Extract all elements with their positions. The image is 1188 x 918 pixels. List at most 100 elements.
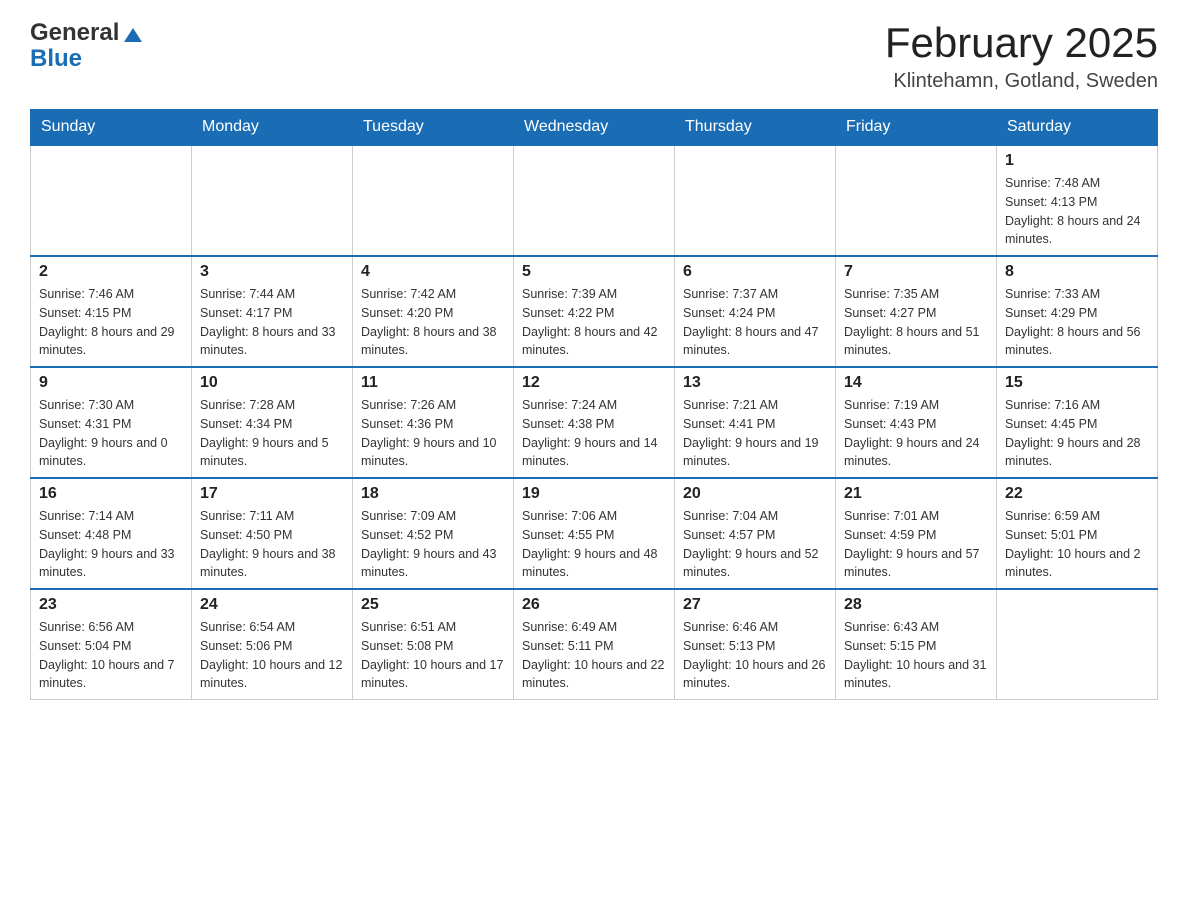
day-number: 25 xyxy=(361,596,505,614)
day-number: 4 xyxy=(361,263,505,281)
day-number: 13 xyxy=(683,374,827,392)
calendar-cell: 2 Sunrise: 7:46 AMSunset: 4:15 PMDaylight… xyxy=(31,256,192,367)
day-info: Sunrise: 7:37 AMSunset: 4:24 PMDaylight:… xyxy=(683,285,827,360)
calendar-cell: 25 Sunrise: 6:51 AMSunset: 5:08 PMDayligh… xyxy=(353,589,514,700)
day-info: Sunrise: 6:43 AMSunset: 5:15 PMDaylight:… xyxy=(844,618,988,693)
calendar-cell xyxy=(353,145,514,256)
day-info: Sunrise: 7:14 AMSunset: 4:48 PMDaylight:… xyxy=(39,507,183,582)
day-info: Sunrise: 7:28 AMSunset: 4:34 PMDaylight:… xyxy=(200,396,344,471)
week-row-5: 23 Sunrise: 6:56 AMSunset: 5:04 PMDayligh… xyxy=(31,589,1158,700)
day-info: Sunrise: 6:56 AMSunset: 5:04 PMDaylight:… xyxy=(39,618,183,693)
day-number: 12 xyxy=(522,374,666,392)
calendar-cell: 9 Sunrise: 7:30 AMSunset: 4:31 PMDaylight… xyxy=(31,367,192,478)
calendar-cell: 18 Sunrise: 7:09 AMSunset: 4:52 PMDayligh… xyxy=(353,478,514,589)
day-info: Sunrise: 7:30 AMSunset: 4:31 PMDaylight:… xyxy=(39,396,183,471)
calendar-cell xyxy=(997,589,1158,700)
calendar-cell: 19 Sunrise: 7:06 AMSunset: 4:55 PMDayligh… xyxy=(514,478,675,589)
day-number: 5 xyxy=(522,263,666,281)
calendar-cell: 14Sunrise: 7:19 AMSunset: 4:43 PMDayligh… xyxy=(836,367,997,478)
day-number: 28 xyxy=(844,596,988,614)
week-row-3: 9 Sunrise: 7:30 AMSunset: 4:31 PMDaylight… xyxy=(31,367,1158,478)
day-info: Sunrise: 7:48 AMSunset: 4:13 PMDaylight:… xyxy=(1005,174,1149,249)
calendar-cell: 24 Sunrise: 6:54 AMSunset: 5:06 PMDayligh… xyxy=(192,589,353,700)
day-info: Sunrise: 7:33 AMSunset: 4:29 PMDaylight:… xyxy=(1005,285,1149,360)
calendar-cell: 15Sunrise: 7:16 AMSunset: 4:45 PMDayligh… xyxy=(997,367,1158,478)
day-number: 2 xyxy=(39,263,183,281)
calendar-cell: 20Sunrise: 7:04 AMSunset: 4:57 PMDayligh… xyxy=(675,478,836,589)
day-info: Sunrise: 7:46 AMSunset: 4:15 PMDaylight:… xyxy=(39,285,183,360)
col-header-sunday: Sunday xyxy=(31,110,192,146)
calendar-cell: 10Sunrise: 7:28 AMSunset: 4:34 PMDayligh… xyxy=(192,367,353,478)
calendar-cell: 22 Sunrise: 6:59 AMSunset: 5:01 PMDayligh… xyxy=(997,478,1158,589)
day-info: Sunrise: 7:35 AMSunset: 4:27 PMDaylight:… xyxy=(844,285,988,360)
day-number: 16 xyxy=(39,485,183,503)
calendar-cell: 8 Sunrise: 7:33 AMSunset: 4:29 PMDaylight… xyxy=(997,256,1158,367)
col-header-thursday: Thursday xyxy=(675,110,836,146)
day-info: Sunrise: 7:06 AMSunset: 4:55 PMDaylight:… xyxy=(522,507,666,582)
day-number: 17 xyxy=(200,485,344,503)
calendar-cell: 28 Sunrise: 6:43 AMSunset: 5:15 PMDayligh… xyxy=(836,589,997,700)
day-info: Sunrise: 7:26 AMSunset: 4:36 PMDaylight:… xyxy=(361,396,505,471)
calendar-cell: 12Sunrise: 7:24 AMSunset: 4:38 PMDayligh… xyxy=(514,367,675,478)
week-row-4: 16 Sunrise: 7:14 AMSunset: 4:48 PMDayligh… xyxy=(31,478,1158,589)
calendar-title: February 2025 xyxy=(885,20,1158,66)
day-number: 7 xyxy=(844,263,988,281)
calendar-cell: 16 Sunrise: 7:14 AMSunset: 4:48 PMDayligh… xyxy=(31,478,192,589)
day-number: 6 xyxy=(683,263,827,281)
day-number: 3 xyxy=(200,263,344,281)
day-info: Sunrise: 7:04 AMSunset: 4:57 PMDaylight:… xyxy=(683,507,827,582)
week-row-2: 2 Sunrise: 7:46 AMSunset: 4:15 PMDaylight… xyxy=(31,256,1158,367)
day-info: Sunrise: 7:11 AMSunset: 4:50 PMDaylight:… xyxy=(200,507,344,582)
day-number: 23 xyxy=(39,596,183,614)
calendar-table: SundayMondayTuesdayWednesdayThursdayFrid… xyxy=(30,109,1158,700)
calendar-cell xyxy=(836,145,997,256)
calendar-cell: 27Sunrise: 6:46 AMSunset: 5:13 PMDayligh… xyxy=(675,589,836,700)
calendar-cell xyxy=(192,145,353,256)
calendar-cell: 11 Sunrise: 7:26 AMSunset: 4:36 PMDayligh… xyxy=(353,367,514,478)
col-header-saturday: Saturday xyxy=(997,110,1158,146)
col-header-tuesday: Tuesday xyxy=(353,110,514,146)
day-info: Sunrise: 6:59 AMSunset: 5:01 PMDaylight:… xyxy=(1005,507,1149,582)
day-info: Sunrise: 7:16 AMSunset: 4:45 PMDaylight:… xyxy=(1005,396,1149,471)
day-number: 22 xyxy=(1005,485,1149,503)
day-info: Sunrise: 7:42 AMSunset: 4:20 PMDaylight:… xyxy=(361,285,505,360)
logo-blue-text: Blue xyxy=(30,45,82,72)
day-number: 18 xyxy=(361,485,505,503)
day-info: Sunrise: 6:51 AMSunset: 5:08 PMDaylight:… xyxy=(361,618,505,693)
day-info: Sunrise: 7:09 AMSunset: 4:52 PMDaylight:… xyxy=(361,507,505,582)
calendar-subtitle: Klintehamn, Gotland, Sweden xyxy=(885,70,1158,93)
page-header: General Blue February 2025 Klintehamn, G… xyxy=(30,20,1158,93)
calendar-cell: 13Sunrise: 7:21 AMSunset: 4:41 PMDayligh… xyxy=(675,367,836,478)
col-header-wednesday: Wednesday xyxy=(514,110,675,146)
calendar-cell: 17 Sunrise: 7:11 AMSunset: 4:50 PMDayligh… xyxy=(192,478,353,589)
day-number: 11 xyxy=(361,374,505,392)
calendar-cell: 1 Sunrise: 7:48 AMSunset: 4:13 PMDaylight… xyxy=(997,145,1158,256)
calendar-cell: 6 Sunrise: 7:37 AMSunset: 4:24 PMDaylight… xyxy=(675,256,836,367)
day-number: 26 xyxy=(522,596,666,614)
calendar-cell xyxy=(31,145,192,256)
day-info: Sunrise: 6:54 AMSunset: 5:06 PMDaylight:… xyxy=(200,618,344,693)
day-number: 9 xyxy=(39,374,183,392)
day-info: Sunrise: 7:44 AMSunset: 4:17 PMDaylight:… xyxy=(200,285,344,360)
day-number: 19 xyxy=(522,485,666,503)
calendar-cell xyxy=(514,145,675,256)
day-number: 8 xyxy=(1005,263,1149,281)
day-number: 1 xyxy=(1005,152,1149,170)
calendar-cell xyxy=(675,145,836,256)
day-info: Sunrise: 6:49 AMSunset: 5:11 PMDaylight:… xyxy=(522,618,666,693)
logo-triangle-icon xyxy=(122,26,144,44)
day-number: 24 xyxy=(200,596,344,614)
col-header-monday: Monday xyxy=(192,110,353,146)
calendar-cell: 3 Sunrise: 7:44 AMSunset: 4:17 PMDaylight… xyxy=(192,256,353,367)
calendar-cell: 23 Sunrise: 6:56 AMSunset: 5:04 PMDayligh… xyxy=(31,589,192,700)
day-number: 27 xyxy=(683,596,827,614)
week-row-1: 1 Sunrise: 7:48 AMSunset: 4:13 PMDaylight… xyxy=(31,145,1158,256)
logo: General Blue xyxy=(30,20,144,73)
logo-general-text: General xyxy=(30,20,119,46)
day-info: Sunrise: 7:01 AMSunset: 4:59 PMDaylight:… xyxy=(844,507,988,582)
day-info: Sunrise: 7:19 AMSunset: 4:43 PMDaylight:… xyxy=(844,396,988,471)
calendar-cell: 5Sunrise: 7:39 AMSunset: 4:22 PMDaylight… xyxy=(514,256,675,367)
title-block: February 2025 Klintehamn, Gotland, Swede… xyxy=(885,20,1158,93)
col-header-friday: Friday xyxy=(836,110,997,146)
day-number: 21 xyxy=(844,485,988,503)
